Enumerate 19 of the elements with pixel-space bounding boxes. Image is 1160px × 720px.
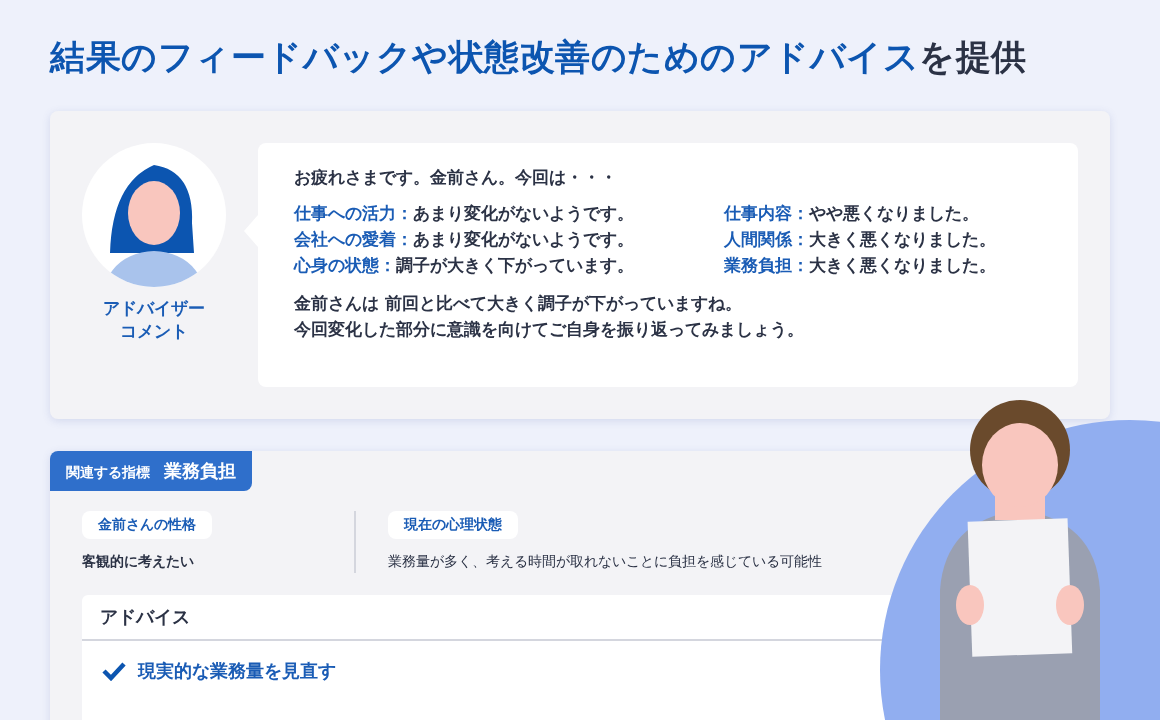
- trait-text: 業務量が多く、考える時間が取れないことに負担を感じている可能性: [388, 553, 822, 571]
- page-title: 結果のフィードバックや状態改善のためのアドバイスを提供: [50, 36, 1028, 79]
- advisor-label: アドバイザー コメント: [103, 297, 205, 343]
- checkmark-icon: [102, 661, 126, 681]
- trait-heading: 現在の心理状態: [388, 511, 518, 539]
- advisor-avatar-icon: [82, 143, 226, 287]
- indicator-value: 業務負担: [164, 459, 236, 483]
- indicator-label: 関連する指標: [66, 464, 150, 482]
- advice-item: 現実的な業務量を見直す: [138, 659, 336, 683]
- result-line: 業務負担：大きく悪くなりました。: [724, 255, 997, 277]
- trait-text: 客観的に考えたい: [82, 553, 194, 571]
- result-line: 人間関係：大きく悪くなりました。: [724, 229, 997, 251]
- result-line: 会社への愛着：あまり変化がないようです。: [294, 229, 635, 251]
- result-line: 仕事内容：やや悪くなりました。: [724, 203, 980, 225]
- result-line: 心身の状態：調子が大きく下がっています。: [294, 255, 635, 277]
- trait-heading: 金前さんの性格: [82, 511, 212, 539]
- greeting-text: お疲れさまです。金前さん。今回は・・・: [294, 167, 618, 189]
- result-line: 仕事への活力：あまり変化がないようです。: [294, 203, 635, 225]
- summary-text: 金前さんは 前回と比べて大きく調子が下がっていますね。 今回変化した部分に意識を向けてご自身を振り返ってみましょう。: [294, 293, 805, 342]
